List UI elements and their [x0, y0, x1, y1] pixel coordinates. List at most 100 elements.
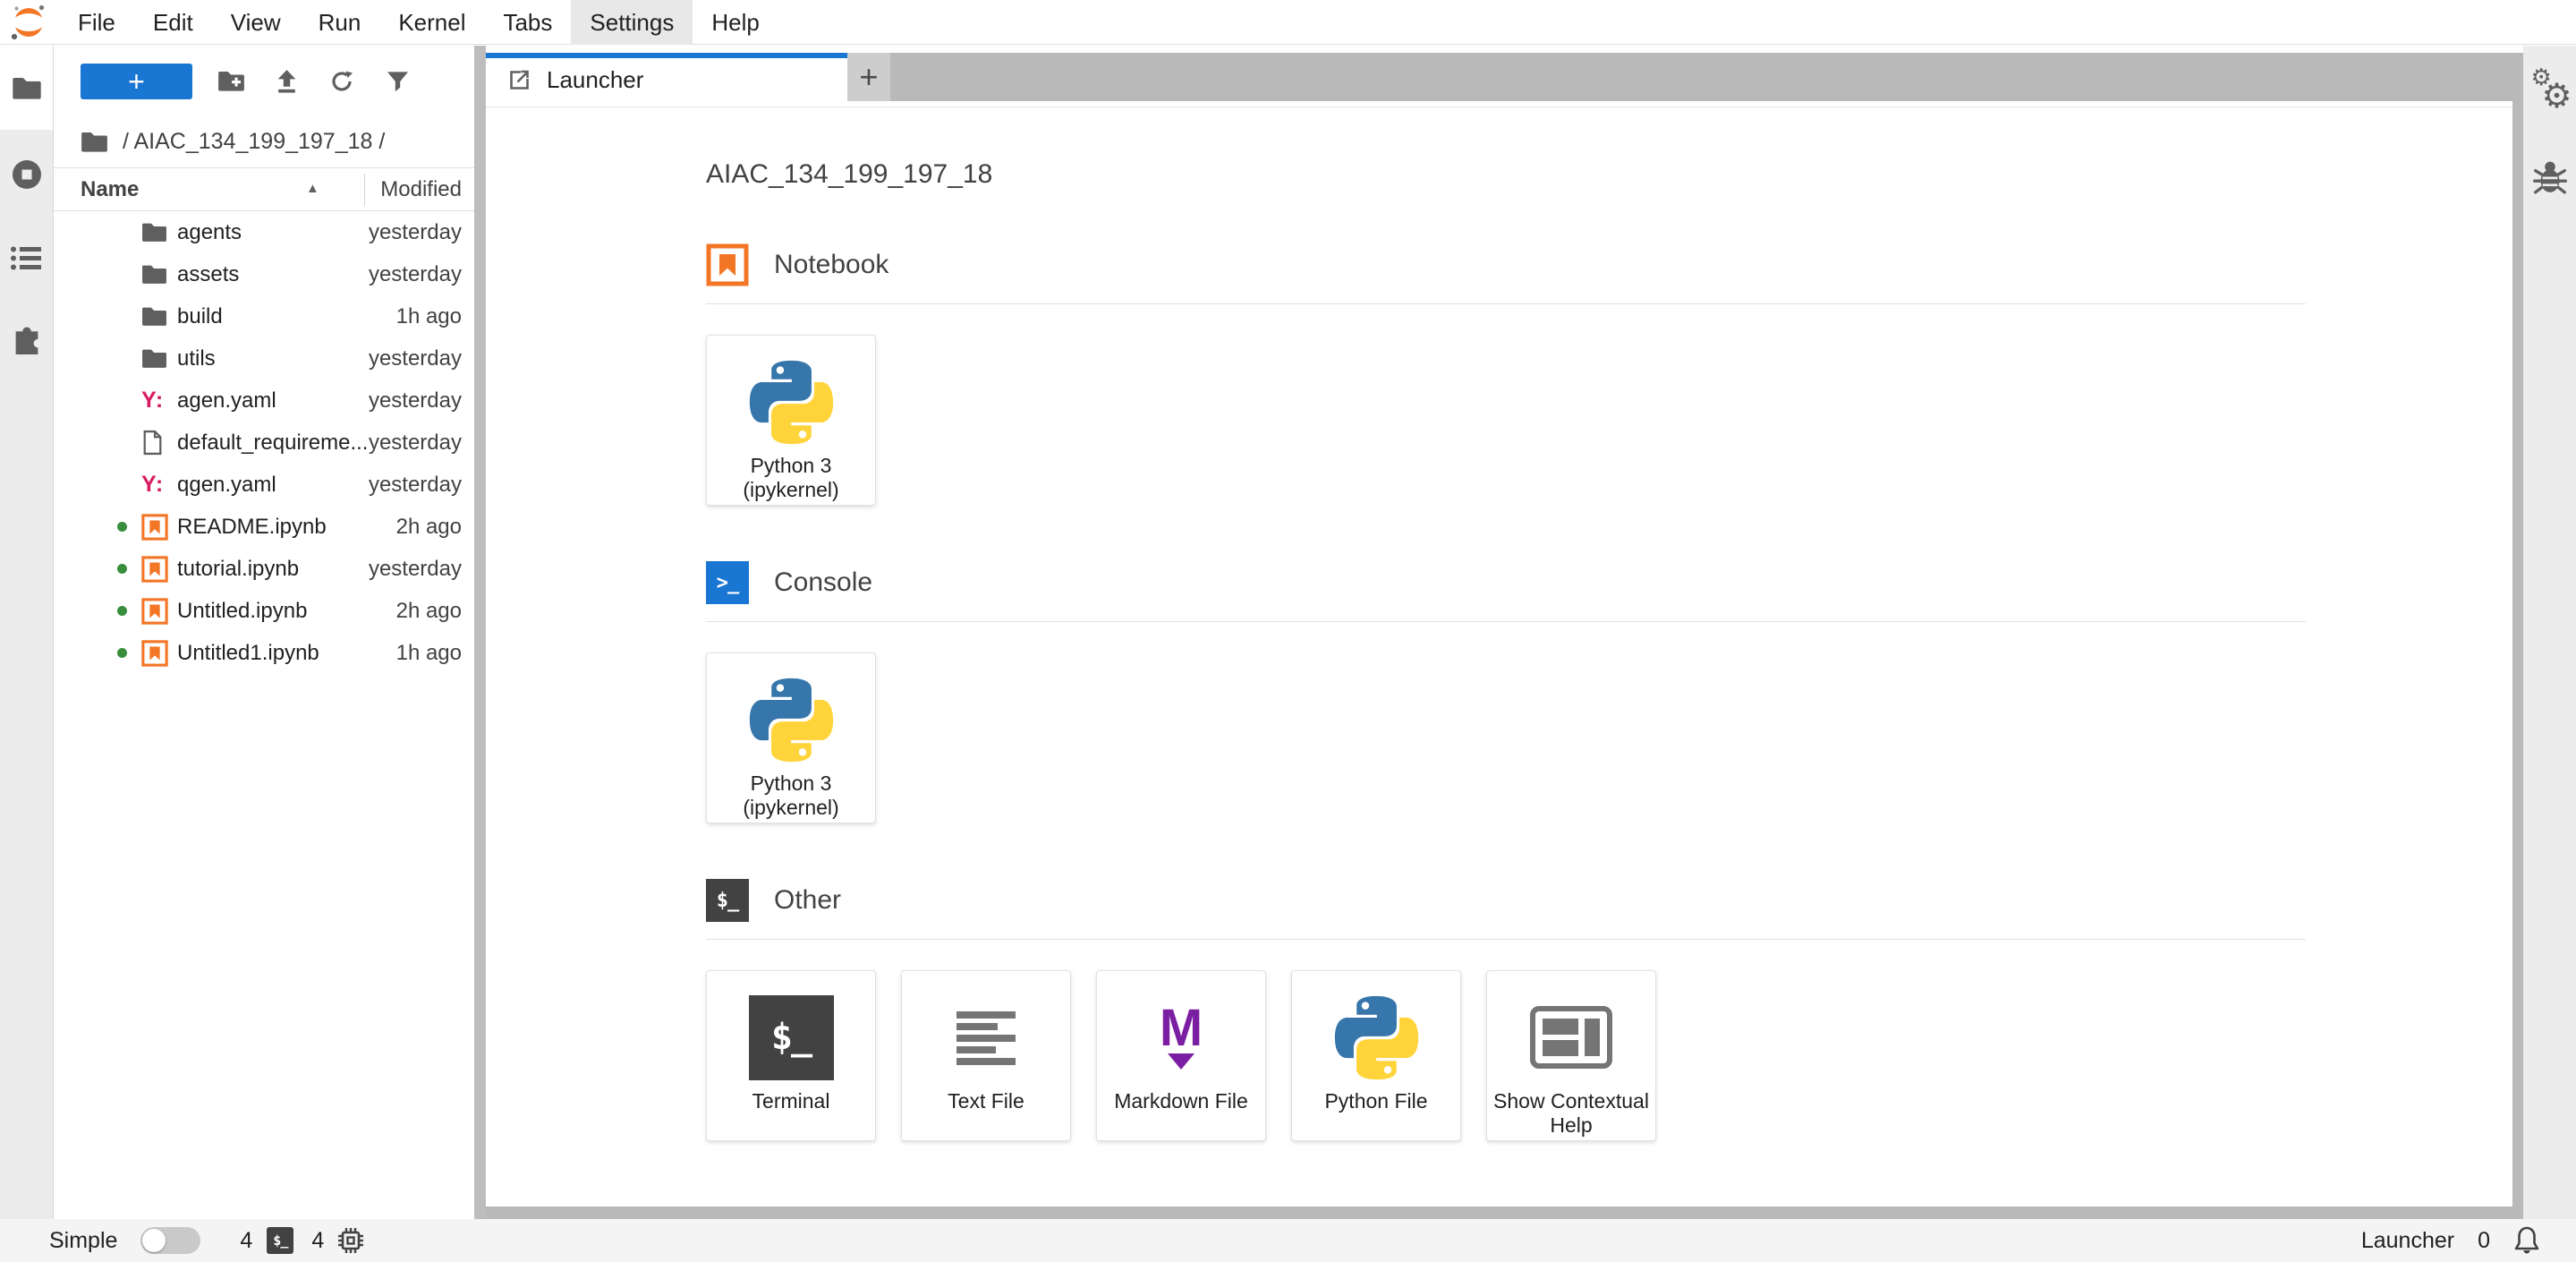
column-divider	[364, 174, 365, 206]
status-bar: Simple 4 $_ 4 Launcher 0	[0, 1219, 2576, 1262]
kernels-count[interactable]: 4	[311, 1228, 324, 1254]
file-row-tutorial-ipynb[interactable]: tutorial.ipynb yesterday	[54, 548, 474, 590]
stop-circle-icon	[9, 157, 45, 192]
menu-item-view[interactable]: View	[212, 0, 300, 45]
card-label: Markdown File	[1109, 1089, 1254, 1113]
file-modified: yesterday	[369, 220, 474, 245]
menu-item-run[interactable]: Run	[300, 0, 380, 45]
sidebar-tab-debugger[interactable]	[2533, 158, 2567, 200]
launcher-card-text-file[interactable]: Text File	[901, 970, 1071, 1141]
left-sidebar-strip	[0, 46, 54, 1219]
section-label: Other	[774, 885, 841, 916]
launcher-card-python-file[interactable]: Python File	[1291, 970, 1461, 1141]
menu-item-help[interactable]: Help	[693, 0, 778, 45]
jupyter-logo-icon	[9, 3, 48, 42]
folder-icon	[141, 347, 177, 370]
menu-item-edit[interactable]: Edit	[134, 0, 212, 45]
right-sidebar-strip: ⚙ ⚙	[2523, 46, 2576, 1219]
bug-icon	[2533, 158, 2567, 196]
card-label: Python 3 (ipykernel)	[737, 454, 844, 502]
filter-icon	[386, 70, 410, 93]
launcher-card-terminal[interactable]: $_ Terminal	[706, 970, 876, 1141]
new-folder-icon	[217, 69, 245, 93]
add-tab-button[interactable]: +	[847, 53, 890, 101]
launcher-section-notebook: Notebook Python 3 (ipykernel)	[706, 243, 2512, 506]
file-modified: 2h ago	[396, 599, 474, 624]
sidebar-tab-table-of-contents[interactable]	[0, 244, 53, 271]
sidebar-tab-running-kernels[interactable]	[0, 157, 53, 192]
menu-item-settings[interactable]: Settings	[571, 0, 693, 45]
column-header-modified[interactable]: Modified	[380, 177, 474, 202]
bell-icon	[2513, 1225, 2540, 1256]
tab-launcher[interactable]: Launcher	[486, 53, 847, 101]
file-name: build	[177, 304, 223, 329]
terminal-icon: $_	[749, 994, 834, 1080]
dock-top-gap	[486, 46, 2523, 53]
sidebar-tab-extensions[interactable]	[0, 318, 53, 355]
simple-mode-toggle[interactable]	[140, 1227, 200, 1254]
launcher-card-notebook-python3[interactable]: Python 3 (ipykernel)	[706, 335, 876, 506]
terminal-status-icon[interactable]: $_	[267, 1227, 293, 1254]
file-name: tutorial.ipynb	[177, 557, 299, 582]
file-list-header: Name ▲ Modified	[54, 168, 474, 211]
kernel-running-indicator	[117, 606, 127, 616]
notifications-bell-button[interactable]	[2513, 1225, 2540, 1256]
refresh-button[interactable]	[314, 69, 370, 94]
yaml-file-icon: Y:	[141, 388, 177, 414]
panel-divider[interactable]	[474, 46, 486, 1219]
file-name: assets	[177, 262, 239, 287]
folder-icon	[141, 305, 177, 328]
card-label: Python File	[1319, 1089, 1433, 1113]
list-icon	[10, 244, 44, 271]
file-row-default-requirements[interactable]: default_requireme... yesterday	[54, 422, 474, 464]
menu-bar: File Edit View Run Kernel Tabs Settings …	[0, 0, 2576, 45]
notifications-count[interactable]: 0	[2478, 1228, 2490, 1254]
file-row-agen-yaml[interactable]: Y: agen.yaml yesterday	[54, 379, 474, 422]
file-row-untitled1-ipynb[interactable]: Untitled1.ipynb 1h ago	[54, 632, 474, 674]
breadcrumb[interactable]: / AIAC_134_199_197_18 /	[54, 116, 474, 168]
kernel-running-indicator	[117, 522, 127, 532]
file-name: Untitled.ipynb	[177, 599, 307, 624]
generic-file-icon	[141, 430, 177, 456]
sidebar-tab-file-browser[interactable]	[0, 46, 53, 130]
jupyterlab-app: File Edit View Run Kernel Tabs Settings …	[0, 0, 2576, 1262]
notebook-file-icon	[141, 598, 177, 625]
file-row-assets[interactable]: assets yesterday	[54, 253, 474, 295]
simple-mode-label: Simple	[49, 1228, 117, 1254]
terminals-count[interactable]: 4	[240, 1228, 252, 1254]
file-row-build[interactable]: build 1h ago	[54, 295, 474, 337]
file-row-readme-ipynb[interactable]: README.ipynb 2h ago	[54, 506, 474, 548]
file-name: agen.yaml	[177, 388, 276, 414]
file-row-qgen-yaml[interactable]: Y: qgen.yaml yesterday	[54, 464, 474, 506]
new-launcher-button[interactable]: +	[81, 64, 192, 99]
launcher-card-console-python3[interactable]: Python 3 (ipykernel)	[706, 652, 876, 823]
launcher-card-show-contextual-help[interactable]: Show Contextual Help	[1486, 970, 1656, 1141]
file-row-untitled-ipynb[interactable]: Untitled.ipynb 2h ago	[54, 590, 474, 632]
upload-button[interactable]	[259, 68, 314, 94]
file-browser-panel: +	[54, 46, 474, 1219]
main-dock: Launcher + AIAC_134_199_197_18 Notebook	[486, 46, 2523, 1219]
folder-icon	[12, 75, 42, 101]
card-label: Show Contextual Help	[1487, 1089, 1655, 1138]
file-row-utils[interactable]: utils yesterday	[54, 337, 474, 379]
python-logo-icon	[1334, 994, 1419, 1080]
section-rule	[706, 303, 2306, 304]
new-folder-button[interactable]	[203, 69, 259, 93]
launcher-section-console: >_ Console Python 3 (ipykernel)	[706, 561, 2512, 823]
menu-item-file[interactable]: File	[59, 0, 134, 45]
menu-item-kernel[interactable]: Kernel	[379, 0, 484, 45]
kernel-status-button[interactable]	[336, 1226, 365, 1255]
breadcrumb-path[interactable]: / AIAC_134_199_197_18 /	[123, 129, 385, 155]
file-row-agents[interactable]: agents yesterday	[54, 211, 474, 253]
menu-item-tabs[interactable]: Tabs	[484, 0, 571, 45]
column-header-name[interactable]: Name	[54, 177, 139, 202]
file-name: default_requireme...	[177, 431, 368, 456]
upload-icon	[275, 68, 299, 94]
sidebar-tab-property-inspector[interactable]: ⚙ ⚙	[2529, 67, 2571, 115]
launcher-card-markdown-file[interactable]: M Markdown File	[1096, 970, 1266, 1141]
notebook-file-icon	[141, 640, 177, 667]
filter-button[interactable]	[370, 70, 425, 93]
terminal-icon: $_	[706, 879, 749, 922]
launcher-cwd-title: AIAC_134_199_197_18	[706, 159, 2512, 190]
file-modified: yesterday	[369, 388, 474, 414]
